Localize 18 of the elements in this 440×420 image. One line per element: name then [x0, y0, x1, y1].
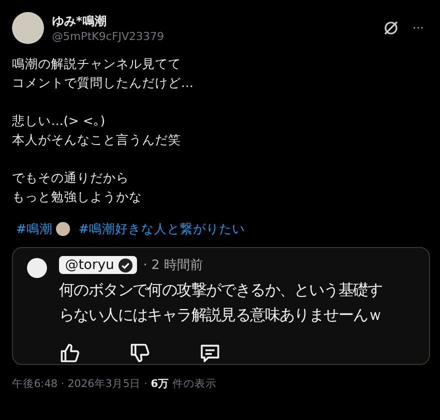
- commenter-avatar: [27, 258, 47, 278]
- post-paragraph: でもその通りだから もっと勉強しようかな: [12, 169, 143, 206]
- comment-text: 何のボタンで何の攻撃ができるか、という基礎す らない人にはキャラ解説見る意味ありませーんｗ: [59, 280, 384, 326]
- hashtag-link[interactable]: #鳴潮好きな人と繋がりたい: [78, 220, 245, 238]
- post-meta: 午後6:48 · 2026年3月5日 · 6万 件の表示: [12, 377, 218, 391]
- avatar[interactable]: [12, 12, 44, 44]
- slashed-circle-icon[interactable]: [382, 20, 399, 36]
- thumbs-up-icon: [59, 342, 81, 364]
- commenter-handle: @toryu: [59, 256, 138, 274]
- author-name[interactable]: ゆみ*鳴潮: [52, 13, 375, 30]
- post-paragraph: 悲しい…(> <｡) 本人がそんなこと言うんだ笑: [12, 112, 182, 149]
- reply-icon: [199, 342, 221, 364]
- thumbs-down-icon: [129, 342, 151, 364]
- hashtag-link[interactable]: #鳴潮: [16, 220, 52, 238]
- comment-time: · 2 時間前: [143, 257, 203, 274]
- post-paragraph: 鳴潮の解説チャンネル見てて コメントで質問したんだけど…: [12, 55, 194, 92]
- more-button[interactable]: ···: [412, 21, 424, 35]
- author-handle[interactable]: @5mPtK9cFJV23379: [52, 30, 375, 43]
